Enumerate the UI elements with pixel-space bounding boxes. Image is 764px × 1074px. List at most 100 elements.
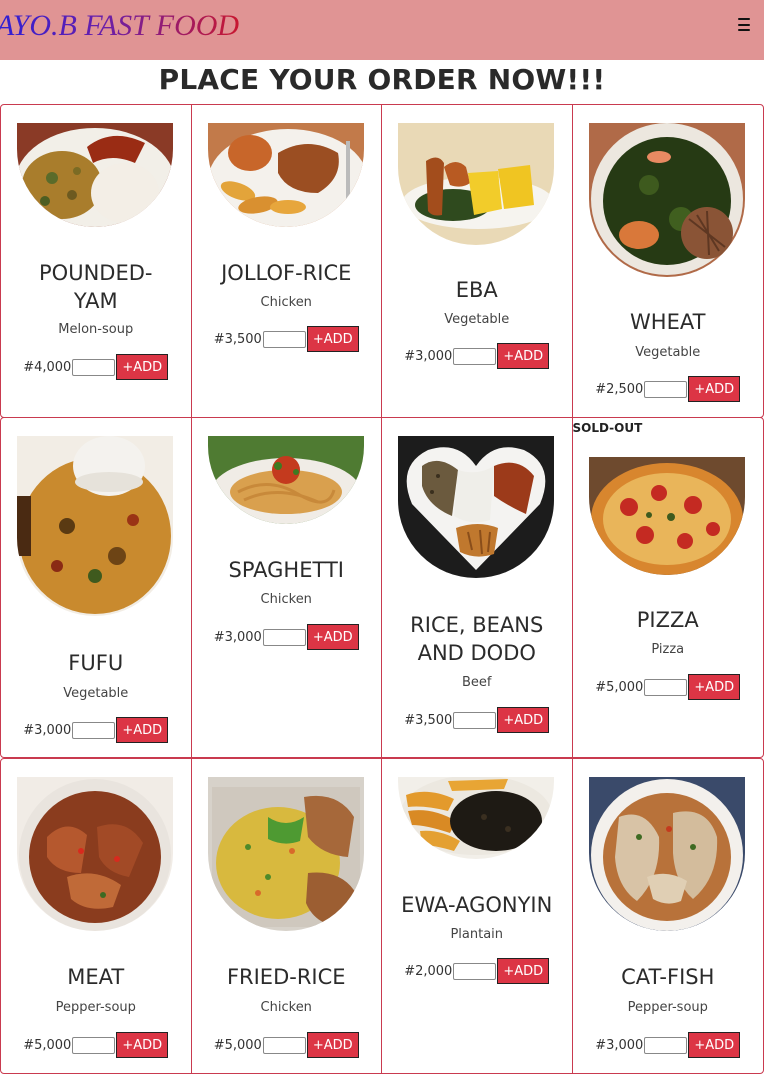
navbar: AYO.B FAST FOOD [0,0,764,60]
item-name: FUFU [68,651,124,675]
item-price: #3,000 [23,722,72,738]
item-description: Vegetable [635,345,701,360]
item-name: CAT-FISH [621,965,715,989]
item-price: #2,000 [404,963,453,979]
food-image [207,123,364,227]
menu-card: JOLLOF-RICE Chicken #3,500 +ADD [192,105,382,417]
item-price: #5,000 [213,1037,262,1053]
item-price: #5,000 [595,679,644,695]
item-name: MEAT [67,965,125,989]
menu-card: SPAGHETTI Chicken #3,000 +ADD [192,418,382,757]
menu-row: MEAT Pepper-soup #5,000 +ADD FRIED-RICE … [0,758,764,1074]
page-title: PLACE YOUR ORDER NOW!!! [158,63,606,96]
food-image [398,123,554,245]
item-price: #3,500 [404,712,453,728]
brand-logo[interactable]: AYO.B FAST FOOD [0,8,239,44]
order-controls: #5,000 +ADD [192,1032,382,1058]
item-price: #2,500 [595,381,644,397]
food-image [588,777,745,931]
order-controls: #3,500 +ADD [382,707,572,733]
quantity-input[interactable] [644,678,688,696]
menu-card: RICE, BEANS AND DODO Beef #3,500 +ADD [382,418,573,757]
food-image [17,436,173,616]
menu-row: FUFU Vegetable #3,000 +ADD SPAGHETTI Chi… [0,417,764,758]
order-controls: #5,000 +ADD [573,674,764,700]
food-image [398,436,554,578]
menu-card: EWA-AGONYIN Plantain #2,000 +ADD [382,759,573,1073]
order-controls: #5,000 +ADD [1,1032,191,1058]
menu-card: MEAT Pepper-soup #5,000 +ADD [1,759,192,1073]
sold-out-badge: SOLD-OUT [572,421,643,435]
order-controls: #2,500 +ADD [573,376,764,402]
item-name: SPAGHETTI [228,558,344,582]
add-button[interactable]: +ADD [306,1032,359,1058]
item-name: EBA [455,278,498,302]
item-description: Beef [462,675,492,690]
quantity-input[interactable] [453,347,497,365]
quantity-input[interactable] [453,962,497,980]
menu-card: CAT-FISH Pepper-soup #3,000 +ADD [573,759,764,1073]
menu-card: POUNDED-YAM Melon-soup #4,000 +ADD [1,105,192,417]
menu-card: WHEAT Vegetable #2,500 +ADD [573,105,764,417]
item-description: Melon-soup [58,322,134,337]
order-controls: #3,500 +ADD [192,326,382,352]
food-image [588,123,745,277]
add-button[interactable]: +ADD [497,707,550,733]
food-image [588,457,745,575]
food-image [398,777,554,859]
menu-row: POUNDED-YAM Melon-soup #4,000 +ADD JOLLO… [0,104,764,418]
item-description: Vegetable [63,686,129,701]
food-image [207,777,364,931]
item-price: #4,000 [23,359,72,375]
quantity-input[interactable] [262,1036,306,1054]
add-button[interactable]: +ADD [688,1032,741,1058]
add-button[interactable]: +ADD [116,1032,169,1058]
item-description: Pizza [651,642,685,657]
order-controls: #3,000 +ADD [192,624,382,650]
item-description: Plantain [450,927,504,942]
order-controls: #4,000 +ADD [1,354,191,380]
quantity-input[interactable] [262,330,306,348]
add-button[interactable]: +ADD [306,624,359,650]
item-description: Chicken [260,295,312,310]
order-controls: #3,000 +ADD [1,717,191,743]
quantity-input[interactable] [72,1036,116,1054]
menu-card: FRIED-RICE Chicken #5,000 +ADD [192,759,382,1073]
quantity-input[interactable] [453,711,497,729]
item-price: #3,000 [404,348,453,364]
add-button[interactable]: +ADD [688,674,741,700]
add-button[interactable]: +ADD [116,354,169,380]
item-price: #5,000 [23,1037,72,1053]
item-price: #3,000 [595,1037,644,1053]
item-name: FRIED-RICE [226,965,346,989]
order-controls: #3,000 +ADD [382,343,572,369]
food-image [17,123,173,227]
menu-card: EBA Vegetable #3,000 +ADD [382,105,573,417]
quantity-input[interactable] [262,628,306,646]
quantity-input[interactable] [644,380,688,398]
item-name: WHEAT [630,310,706,334]
add-button[interactable]: +ADD [497,958,550,984]
quantity-input[interactable] [72,721,116,739]
quantity-input[interactable] [72,358,116,376]
item-description: Pepper-soup [627,1000,708,1015]
add-button[interactable]: +ADD [497,343,550,369]
add-button[interactable]: +ADD [688,376,741,402]
item-description: Pepper-soup [55,1000,136,1015]
hamburger-menu-icon[interactable] [738,18,750,31]
item-description: Chicken [260,1000,312,1015]
item-price: #3,500 [213,331,262,347]
menu-card: SOLD-OUT PIZZA Pizza #5,000 +ADD [573,418,764,757]
order-controls: #3,000 +ADD [573,1032,764,1058]
add-button[interactable]: +ADD [116,717,169,743]
food-image [17,777,173,931]
item-description: Vegetable [444,312,510,327]
item-name: PIZZA [636,608,699,632]
item-price: #3,000 [213,629,262,645]
add-button[interactable]: +ADD [306,326,359,352]
item-name: EWA-AGONYIN [401,893,553,917]
item-description: Chicken [260,592,312,607]
item-name: POUNDED-YAM [39,261,153,313]
order-controls: #2,000 +ADD [382,958,572,984]
quantity-input[interactable] [644,1036,688,1054]
